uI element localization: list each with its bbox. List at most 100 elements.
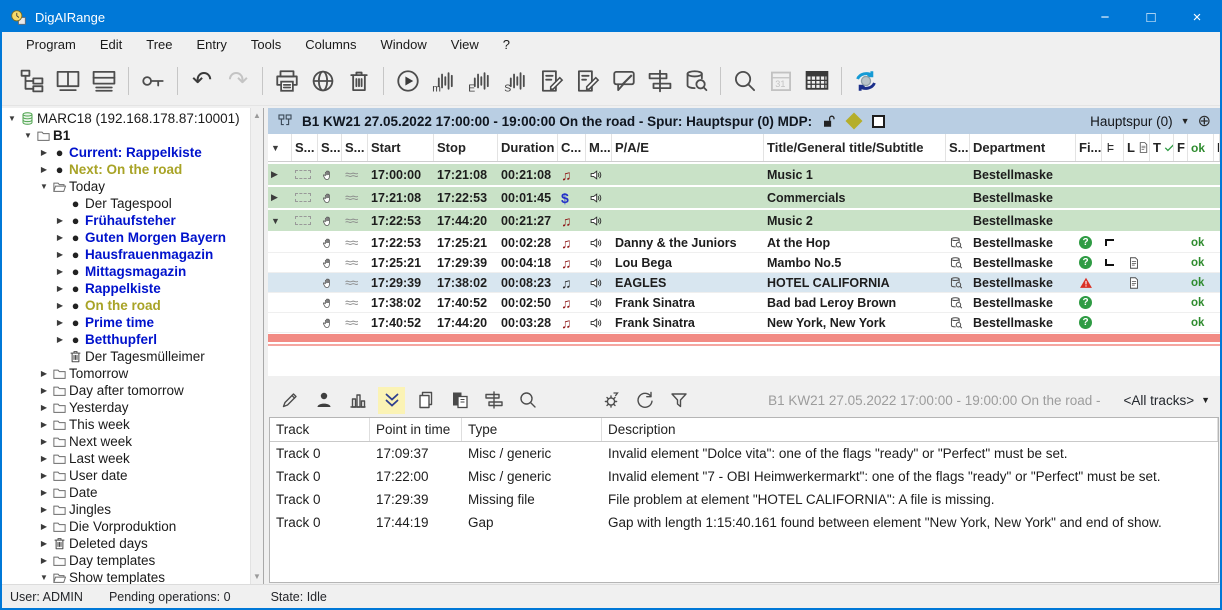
tree-expander-icon[interactable]: ▶ [54, 318, 66, 327]
add-track-button[interactable]: ⊕ [1198, 111, 1211, 131]
person-button[interactable] [310, 387, 337, 414]
menu-?[interactable]: ? [491, 37, 522, 52]
tree-expander-icon[interactable]: ▶ [38, 471, 50, 480]
tree-expander-icon[interactable]: ▶ [38, 522, 50, 531]
wave-m-button[interactable]: m [426, 63, 462, 99]
log-row[interactable]: Track 017:29:39Missing fileFile problem … [270, 488, 1218, 511]
split-horizontal-button[interactable] [86, 63, 122, 99]
track-edit-button[interactable] [642, 63, 678, 99]
tree-item-this-week[interactable]: ▶This week [2, 416, 250, 433]
show-column-header-4[interactable]: Start [368, 134, 434, 161]
show-item-row[interactable]: ≈≈17:40:5217:44:2000:03:28♫Frank Sinatra… [268, 313, 1220, 333]
tree-expander-icon[interactable]: ▼ [22, 131, 34, 140]
tree-expander-icon[interactable]: ▶ [54, 301, 66, 310]
tree-expander-icon[interactable]: ▶ [38, 403, 50, 412]
log-row[interactable]: Track 017:22:00Misc / genericInvalid ele… [270, 465, 1218, 488]
tree-item-next-week[interactable]: ▶Next week [2, 433, 250, 450]
scroll-up-icon[interactable]: ▲ [253, 108, 261, 123]
row-expander-icon[interactable]: ▶ [271, 192, 278, 203]
menu-window[interactable]: Window [369, 37, 439, 52]
copy-button[interactable] [412, 387, 439, 414]
search-button[interactable] [514, 387, 541, 414]
tree-item-day-after-tomorrow[interactable]: ▶Day after tomorrow [2, 382, 250, 399]
bar-chart-button[interactable] [344, 387, 371, 414]
log-row[interactable]: Track 017:44:19GapGap with length 1:15:4… [270, 511, 1218, 534]
show-column-header-11[interactable]: S... [946, 134, 970, 161]
tree-expander-icon[interactable]: ▶ [54, 250, 66, 259]
refresh-button[interactable] [631, 387, 658, 414]
wave-s-button[interactable]: S [498, 63, 534, 99]
show-column-header-14[interactable] [1102, 134, 1124, 161]
undo-button[interactable]: ↶ [184, 63, 220, 99]
chevrons-down-button[interactable] [378, 387, 405, 414]
row-expander-icon[interactable]: ▼ [271, 216, 280, 226]
show-column-header-8[interactable]: M... [586, 134, 612, 161]
tree-item-rappelkiste[interactable]: ▶●Rappelkiste [2, 280, 250, 297]
lock-open-icon[interactable] [821, 114, 836, 129]
show-item-row[interactable]: ≈≈17:22:5317:25:2100:02:28♫Danny & the J… [268, 233, 1220, 253]
track-selector[interactable]: Hauptspur (0) ▼ ⊕ [1090, 111, 1211, 131]
log-row[interactable]: Track 017:09:37Misc / genericInvalid ele… [270, 442, 1218, 465]
tree-item-next-on-the-road[interactable]: ▶●Next: On the road [2, 161, 250, 178]
show-item-row[interactable]: ≈≈17:38:0217:40:5200:02:50♫Frank Sinatra… [268, 293, 1220, 313]
tree-view-button[interactable] [14, 63, 50, 99]
tree-item-guten-morgen-bayern[interactable]: ▶●Guten Morgen Bayern [2, 229, 250, 246]
menu-tools[interactable]: Tools [239, 37, 293, 52]
pencil-button[interactable] [276, 387, 303, 414]
tree-expander-icon[interactable]: ▶ [38, 165, 50, 174]
play-button[interactable] [390, 63, 426, 99]
log-column-header-description[interactable]: Description [602, 418, 1218, 441]
tree-expander-icon[interactable]: ▶ [54, 267, 66, 276]
show-column-header-9[interactable]: P/A/E [612, 134, 764, 161]
menu-columns[interactable]: Columns [293, 37, 368, 52]
log-column-header-type[interactable]: Type [462, 418, 602, 441]
tree-expander-icon[interactable]: ▶ [38, 556, 50, 565]
tree-item-der-tagespool[interactable]: ●Der Tagespool [2, 195, 250, 212]
trash-button[interactable] [341, 63, 377, 99]
minimize-button[interactable]: − [1082, 2, 1128, 32]
tree-item-hausfrauenmagazin[interactable]: ▶●Hausfrauenmagazin [2, 246, 250, 263]
tree-item-jingles[interactable]: ▶Jingles [2, 501, 250, 518]
search-button[interactable] [727, 63, 763, 99]
show-item-row[interactable]: ≈≈17:25:2117:29:3900:04:18♫Lou BegaMambo… [268, 253, 1220, 273]
log-column-header-point-in-time[interactable]: Point in time [370, 418, 462, 441]
horizontal-splitter[interactable] [268, 376, 1220, 383]
menu-tree[interactable]: Tree [134, 37, 184, 52]
sync-button[interactable] [848, 63, 884, 99]
tree-item-fr-haufsteher[interactable]: ▶●Frühaufsteher [2, 212, 250, 229]
tree-item-prime-time[interactable]: ▶●Prime time [2, 314, 250, 331]
tree-expander-icon[interactable]: ▼ [6, 114, 18, 123]
tree-item-yesterday[interactable]: ▶Yesterday [2, 399, 250, 416]
show-group-row[interactable]: ▶≈≈17:21:0817:22:5300:01:45$CommercialsB… [268, 187, 1220, 208]
tree-expander-icon[interactable]: ▶ [38, 539, 50, 548]
show-column-header-12[interactable]: Department [970, 134, 1076, 161]
menu-view[interactable]: View [439, 37, 491, 52]
tree-expander-icon[interactable]: ▶ [38, 148, 50, 157]
gear-sync-button[interactable] [597, 387, 624, 414]
track-filter-value[interactable]: <All tracks> [1124, 393, 1195, 408]
tree-expander-icon[interactable]: ▶ [54, 233, 66, 242]
chevron-down-icon[interactable]: ▼ [1201, 395, 1210, 405]
tree-item-show-templates[interactable]: ▼Show templates [2, 569, 250, 584]
paste-button[interactable] [446, 387, 473, 414]
tree-expander-icon[interactable]: ▶ [38, 437, 50, 446]
tree-expander-icon[interactable]: ▶ [54, 335, 66, 344]
tree-item-marc18-192-168-178-87-10001[interactable]: ▼MARC18 (192.168.178.87:10001) [2, 110, 250, 127]
menu-entry[interactable]: Entry [185, 37, 239, 52]
redo-button[interactable]: ↷ [220, 63, 256, 99]
tree-item-deleted-days[interactable]: ▶Deleted days [2, 535, 250, 552]
row-expander-icon[interactable]: ▶ [271, 169, 278, 180]
tree-item-betthupferl[interactable]: ▶●Betthupferl [2, 331, 250, 348]
tree-expander-icon[interactable]: ▶ [38, 488, 50, 497]
show-column-header-2[interactable]: S... [318, 134, 342, 161]
square-flag-icon[interactable] [872, 115, 885, 128]
menu-edit[interactable]: Edit [88, 37, 134, 52]
log-column-header-track[interactable]: Track [270, 418, 370, 441]
maximize-button[interactable]: □ [1128, 2, 1174, 32]
tree-expander-icon[interactable]: ▶ [38, 386, 50, 395]
show-column-header-6[interactable]: Duration [498, 134, 558, 161]
tree-item-b1[interactable]: ▼B1 [2, 127, 250, 144]
show-column-header-18[interactable]: ok [1188, 134, 1214, 161]
show-column-header-0[interactable]: ▼ [268, 134, 292, 161]
db-search-button[interactable] [678, 63, 714, 99]
